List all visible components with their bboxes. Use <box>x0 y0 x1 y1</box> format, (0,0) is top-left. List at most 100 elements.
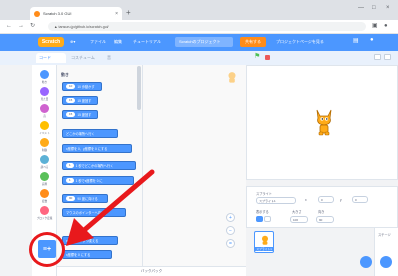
minimize-button[interactable]: — <box>358 5 364 11</box>
block-input[interactable]: 10 <box>66 84 76 89</box>
stage-selector-label: ステージ <box>378 233 391 237</box>
new-tab-button[interactable]: + <box>126 8 131 18</box>
category-events[interactable]: イベント <box>32 121 57 135</box>
url-field[interactable]: ▲ tansuru.jp/github.io/scratch-gui/ <box>48 22 366 31</box>
sprite-name-label: スプライト <box>256 192 272 196</box>
motion-block[interactable]: 15 15 度回す <box>62 96 98 105</box>
annotation-arrow-icon <box>66 169 155 246</box>
x-field[interactable]: 0 <box>318 196 334 203</box>
motion-dot-icon <box>40 70 49 79</box>
sprite-tile[interactable]: スプライト1 <box>254 231 274 253</box>
globe-icon[interactable]: ⊕▾ <box>70 39 75 44</box>
my-blocks-dot-icon <box>40 206 49 215</box>
full-screen-icon[interactable] <box>384 54 391 60</box>
sprite-watermark-icon <box>228 72 236 83</box>
scratch-logo[interactable]: Scratch <box>38 37 64 47</box>
hide-eye-icon[interactable] <box>264 216 271 222</box>
block-text: 15 度回す <box>77 113 92 117</box>
category-label: 動き <box>41 81 48 84</box>
category-variables[interactable]: 変数 <box>32 189 57 203</box>
sound-dot-icon <box>40 104 49 113</box>
sensing-dot-icon <box>40 155 49 164</box>
scratch-editor-window: Scratch 3.0 GUI × + — □ × ← → ↻ ▲ tansur… <box>0 0 398 276</box>
sprite-name-field[interactable]: スプライト1 <box>256 197 296 204</box>
category-label: ブロック定義 <box>36 217 53 220</box>
cast-icon[interactable]: ▣ <box>372 22 378 31</box>
cat-sprite[interactable] <box>312 106 336 136</box>
size-field[interactable]: 100 <box>290 216 308 223</box>
tab-costumes[interactable]: コスチューム <box>68 53 102 63</box>
code-tab-label: コード <box>39 55 51 60</box>
cat-thumbnail-icon <box>262 235 268 245</box>
add-backdrop-button[interactable] <box>380 256 392 268</box>
block-text: 15 度回す <box>77 99 92 103</box>
add-sprite-button[interactable] <box>360 256 372 268</box>
variables-dot-icon <box>40 189 49 198</box>
show-label: 表示する <box>256 210 269 214</box>
motion-block[interactable]: 10 10 歩動かす <box>62 82 102 91</box>
x-label: x <box>305 198 307 202</box>
forward-icon[interactable]: → <box>18 22 24 31</box>
user-icon[interactable]: ● <box>370 37 374 43</box>
category-sensing[interactable]: 調べる <box>32 155 57 169</box>
category-label: 見た目 <box>40 98 49 101</box>
stage-selector[interactable]: ステージ <box>374 228 398 276</box>
backpack-bar[interactable]: バックパック <box>57 266 246 276</box>
share-button[interactable]: 共有する <box>240 37 266 47</box>
block-input[interactable]: 15 <box>66 98 76 103</box>
account-icon[interactable]: ● <box>384 22 388 31</box>
category-operators[interactable]: 演算 <box>32 172 57 186</box>
see-project-page-button[interactable]: プロジェクトページを見る <box>276 39 324 45</box>
menu-edit[interactable]: 編集 <box>114 39 122 45</box>
palette-scrollbar[interactable] <box>137 66 141 110</box>
browser-tab[interactable]: Scratch 3.0 GUI × <box>30 7 122 20</box>
block-input[interactable]: 15 <box>66 112 76 117</box>
category-control[interactable]: 制御 <box>32 138 57 152</box>
category-looks[interactable]: 見た目 <box>32 87 57 101</box>
back-icon[interactable]: ← <box>6 22 12 31</box>
operators-dot-icon <box>40 172 49 181</box>
palette-section-title: 動き <box>61 72 69 77</box>
category-label: 演算 <box>41 183 48 186</box>
category-my-blocks[interactable]: ブロック定義 <box>32 206 57 220</box>
y-label: y <box>340 198 342 202</box>
y-field[interactable]: 0 <box>352 196 368 203</box>
category-label: 制御 <box>41 149 48 152</box>
motion-block[interactable]: x座標を 0 にする <box>62 250 112 259</box>
close-window-button[interactable]: × <box>386 5 390 11</box>
motion-block[interactable]: どこかの場所へ行く <box>62 129 118 138</box>
motion-block[interactable]: 15 15 度回す <box>62 110 98 119</box>
looks-dot-icon <box>40 87 49 96</box>
costumes-tab-label: コスチューム <box>71 55 95 60</box>
direction-label: 向き <box>318 210 325 214</box>
category-motion[interactable]: 動き <box>32 70 57 84</box>
stop-icon[interactable] <box>265 55 270 60</box>
scratch-favicon-icon <box>34 10 40 17</box>
category-label: 変数 <box>41 200 48 203</box>
browser-tab-title: Scratch 3.0 GUI <box>43 11 72 16</box>
sprite-tile-name: スプライト1 <box>255 247 273 251</box>
tab-code[interactable]: コード <box>36 53 66 63</box>
category-sound[interactable]: 音 <box>32 104 57 118</box>
motion-block[interactable]: x座標を 0、y座標を 0 にする <box>62 144 132 153</box>
direction-field[interactable]: 90 <box>316 216 334 223</box>
green-flag-icon[interactable]: ⚑ <box>254 53 260 61</box>
tab-sounds[interactable]: 音 <box>104 53 126 63</box>
zoom-out-button[interactable]: − <box>226 226 235 235</box>
close-tab-icon[interactable]: × <box>115 11 118 17</box>
show-eye-icon[interactable] <box>256 216 263 222</box>
category-label: 音 <box>43 115 46 118</box>
zoom-in-button[interactable]: + <box>226 213 235 222</box>
menu-tutorials[interactable]: チュートリアル <box>133 39 161 45</box>
menu-file[interactable]: ファイル <box>90 39 106 45</box>
size-label: 大きさ <box>292 210 302 214</box>
zoom-reset-button[interactable]: = <box>226 239 235 248</box>
folder-icon[interactable]: ▤ <box>353 37 359 44</box>
reload-icon[interactable]: ↻ <box>30 22 35 31</box>
maximize-button[interactable]: □ <box>372 5 376 11</box>
events-dot-icon <box>40 121 49 130</box>
small-stage-icon[interactable] <box>374 54 381 60</box>
category-label: 調べる <box>40 166 49 169</box>
block-text: 10 歩動かす <box>77 85 95 89</box>
project-title-field[interactable]: Scratchのプロジェクト <box>175 37 233 47</box>
